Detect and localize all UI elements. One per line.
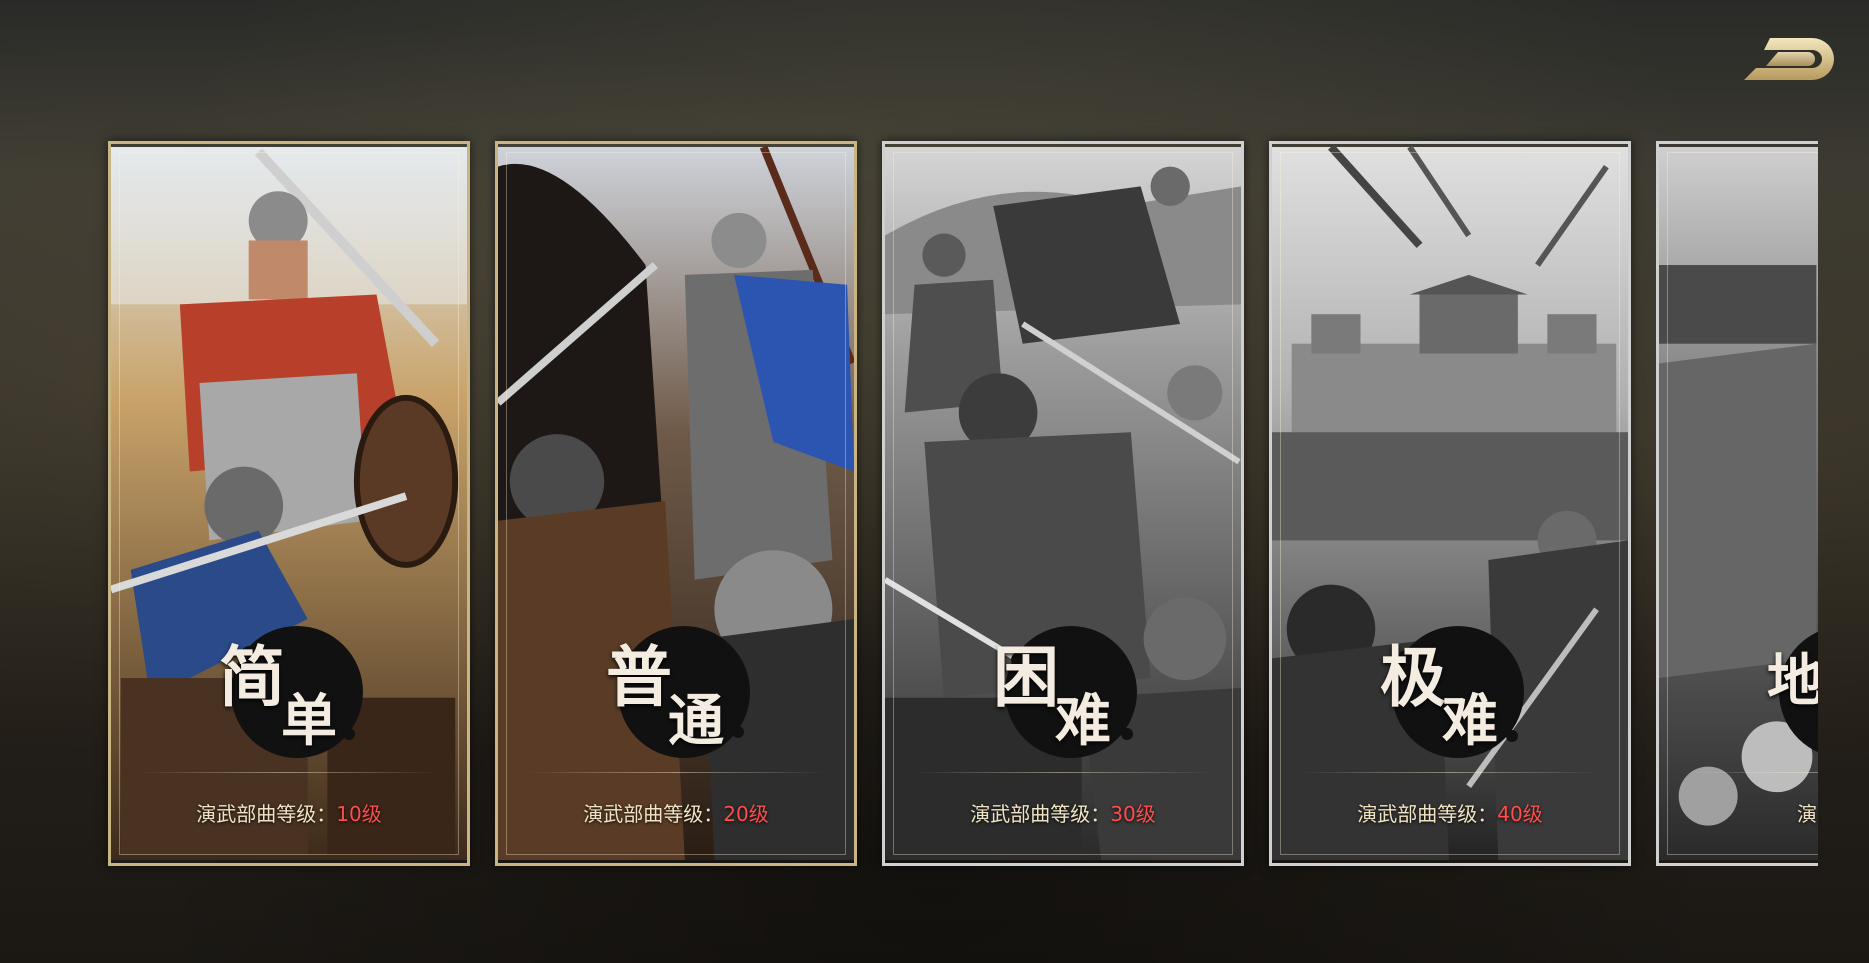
difficulty-badge-very-hard: 极 难 [1380,614,1530,764]
difficulty-card-hard[interactable]: 困 难 演武部曲等级：30级 [882,141,1244,866]
badge-char-1: 极 [1380,638,1446,716]
difficulty-card-normal[interactable]: 普 通 演武部曲等级：20级 [495,141,857,866]
requirement-level: 40级 [1497,802,1543,826]
card-divider [1300,772,1600,773]
difficulty-card-list: 简 单 演武部曲等级：10级 普 通 演武部曲等级：20级 困 难 演武部曲等级… [0,0,1869,963]
card-divider [1687,772,1818,773]
requirement-label: 演武部曲 [1797,802,1818,826]
requirement-level: 20级 [723,802,769,826]
badge-char-1: 地 [1767,648,1818,714]
requirement-label: 演武部曲等级： [583,802,724,826]
requirement-label: 演武部曲等级： [1357,802,1498,826]
difficulty-badge-easy: 简 单 [219,614,369,764]
badge-char-1: 普 [606,638,672,716]
badge-char-1: 简 [219,638,285,716]
difficulty-card-very-hard[interactable]: 极 难 演武部曲等级：40级 [1269,141,1631,866]
requirement-label: 演武部曲等级： [970,802,1111,826]
card-divider [913,772,1213,773]
requirement-level: 10级 [336,802,382,826]
requirement-text: 演武部曲 [1659,798,1818,827]
card-divider [139,772,439,773]
badge-char-2: 单 [281,688,337,754]
badge-char-2: 难 [1055,688,1111,754]
requirement-text: 演武部曲等级：20级 [498,798,854,827]
difficulty-badge-hell: 地 [1767,614,1818,764]
difficulty-card-hell[interactable]: 地 演武部曲 [1656,141,1818,866]
card-viewport-clip: 地 演武部曲 [1656,141,1818,866]
requirement-level: 30级 [1110,802,1156,826]
requirement-text: 演武部曲等级：10级 [111,798,467,827]
badge-char-1: 困 [993,638,1059,716]
requirement-label: 演武部曲等级： [196,802,337,826]
card-divider [526,772,826,773]
requirement-text: 演武部曲等级：30级 [885,798,1241,827]
requirement-text: 演武部曲等级：40级 [1272,798,1628,827]
difficulty-badge-normal: 普 通 [606,614,756,764]
badge-char-2: 通 [668,688,724,754]
badge-char-2: 难 [1442,688,1498,754]
difficulty-badge-hard: 困 难 [993,614,1143,764]
difficulty-card-easy[interactable]: 简 单 演武部曲等级：10级 [108,141,470,866]
